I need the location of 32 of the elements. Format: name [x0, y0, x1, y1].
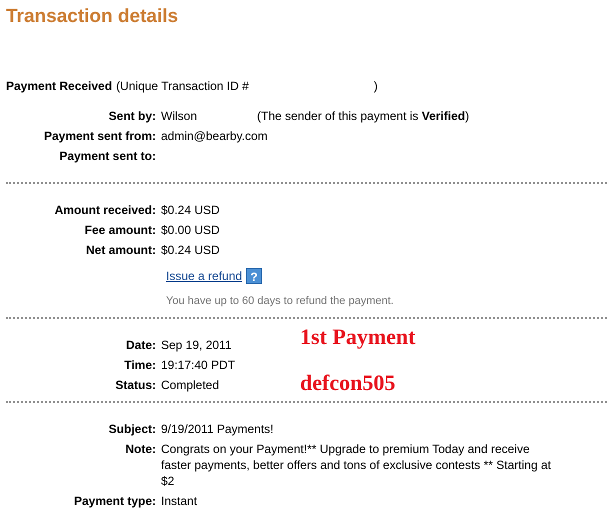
field-value: 9/19/2011 Payments! — [161, 421, 274, 437]
field-label: Sent by: — [108, 108, 156, 124]
field-label: Payment sent to: — [59, 148, 156, 164]
field-label: Payment sent from: — [44, 128, 156, 144]
annotation-text: defcon505 — [300, 371, 396, 395]
field-label: Subject: — [108, 421, 156, 437]
field-value: Instant — [161, 493, 198, 509]
field-label: Payment type: — [74, 493, 156, 509]
field-value: Completed — [161, 377, 220, 393]
annotation-text: 1st Payment — [300, 325, 416, 349]
transaction-id-close: ) — [374, 78, 378, 94]
field-label: Status: — [115, 377, 156, 393]
field-label: Net amount: — [86, 242, 156, 258]
field-label: Date: — [126, 337, 156, 353]
field-value: $0.24 USD — [161, 202, 220, 218]
payment-received-label: Payment Received — [6, 78, 112, 94]
field-value: Congrats on your Payment!** Upgrade to premium Today and receive faster payments, better offers and tons of exclusive contests ** Starting at $2 — [161, 441, 552, 489]
issue-refund-link[interactable]: Issue a refund — [166, 268, 242, 284]
refund-hint: You have up to 60 days to refund the payment. — [166, 295, 394, 307]
field-value: $0.00 USD — [161, 222, 220, 238]
field-value: 19:17:40 PDT — [161, 357, 236, 373]
page-title: Transaction details — [6, 6, 180, 28]
field-label: Time: — [124, 357, 156, 373]
field-value: admin@bearby.com — [161, 128, 268, 144]
field-label: Note: — [125, 441, 156, 457]
field-value: Wilson — [161, 108, 198, 124]
field-value: $0.24 USD — [161, 242, 220, 258]
field-label: Fee amount: — [84, 222, 156, 238]
transaction-id-label: (Unique Transaction ID # — [116, 78, 249, 94]
verification-note: (The sender of this payment is Verified) — [257, 108, 470, 124]
field-value: Sep 19, 2011 — [161, 337, 232, 353]
field-label: Amount received: — [54, 202, 156, 218]
